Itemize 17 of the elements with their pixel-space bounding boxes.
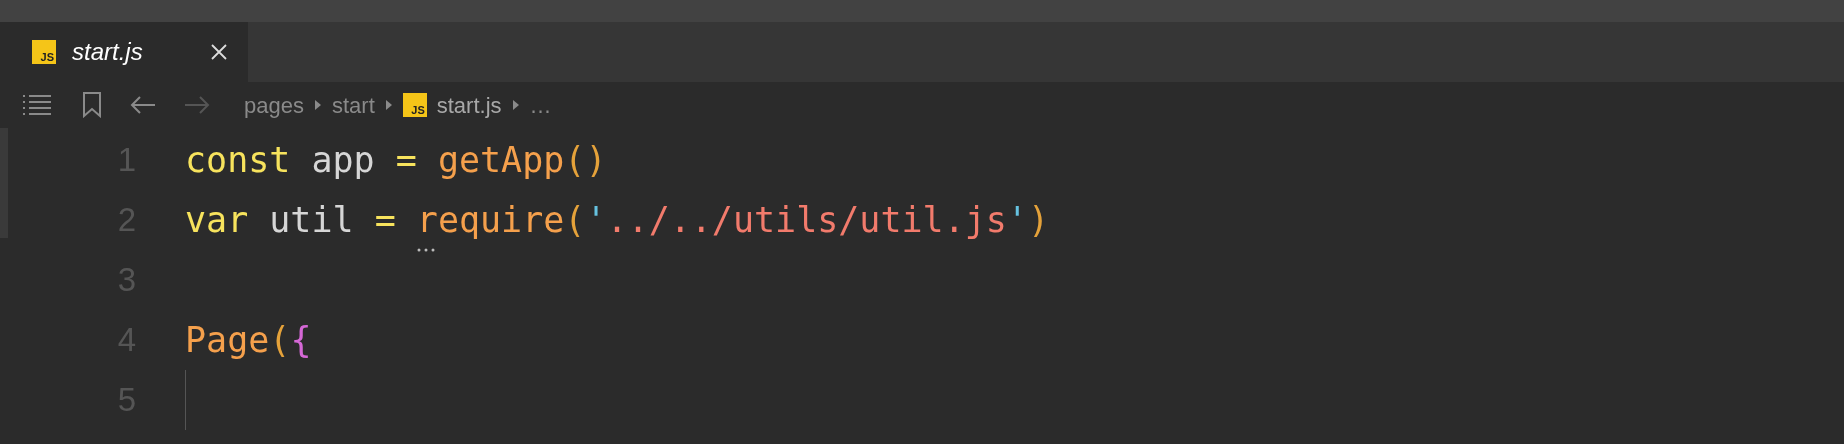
back-arrow-icon[interactable]	[130, 95, 156, 115]
js-file-icon: JS	[32, 40, 56, 64]
chevron-icon	[313, 99, 322, 111]
code-line: const app = getApp()	[185, 138, 607, 182]
code-line: var util = require('../../utils/util.js')	[185, 193, 1049, 247]
chevron-icon	[511, 99, 520, 111]
breadcrumb-item[interactable]: pages	[244, 88, 304, 122]
breadcrumb-item[interactable]: start.js	[436, 88, 502, 122]
breadcrumb-item[interactable]: …	[529, 88, 552, 122]
breadcrumb-item[interactable]: start	[331, 88, 375, 122]
chevron-icon	[384, 99, 393, 111]
list-icon[interactable]	[22, 93, 52, 117]
bookmark-icon[interactable]	[82, 92, 102, 118]
close-icon[interactable]	[210, 43, 228, 61]
js-file-icon: JS	[402, 93, 427, 117]
code-line: Page({	[185, 318, 312, 362]
editor-tab[interactable]: JS start.js	[0, 22, 248, 82]
